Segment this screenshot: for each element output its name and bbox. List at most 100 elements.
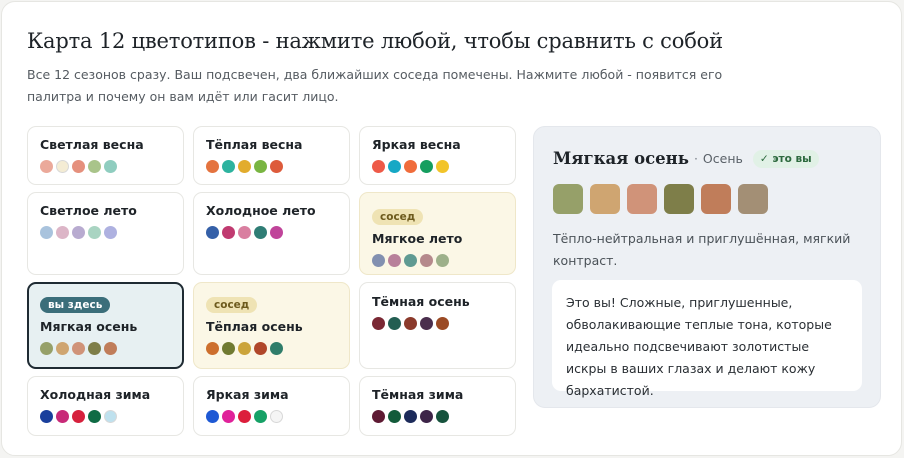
color-dot <box>72 160 85 173</box>
type-card-4[interactable]: Светлое лето <box>27 192 184 275</box>
type-card-3[interactable]: Яркая весна <box>359 126 516 185</box>
color-dot <box>88 226 101 239</box>
type-card-1[interactable]: Светлая весна <box>27 126 184 185</box>
type-card-name: Тёплая весна <box>206 137 303 152</box>
app-frame: Карта 12 цветотипов - нажмите любой, что… <box>1 1 902 456</box>
color-dot <box>56 226 69 239</box>
detail-title: Мягкая осень <box>553 149 689 168</box>
type-card-9[interactable]: Тёмная осень <box>359 282 516 369</box>
color-dot <box>206 160 219 173</box>
color-dot <box>420 160 433 173</box>
type-card-palette <box>372 254 503 267</box>
color-dot <box>270 342 283 355</box>
type-card-11[interactable]: Яркая зима <box>193 376 350 436</box>
type-card-palette <box>206 410 337 423</box>
color-dot <box>404 160 417 173</box>
color-dot <box>88 342 101 355</box>
type-card-10[interactable]: Холодная зима <box>27 376 184 436</box>
color-dot <box>104 342 117 355</box>
color-dot <box>222 226 235 239</box>
detail-panel: Мягкая осень · Осень ✓ это вы Тёпло-нейт… <box>533 126 881 408</box>
color-dot <box>436 254 449 267</box>
type-card-5[interactable]: Холодное лето <box>193 192 350 275</box>
type-card-6[interactable]: сосед Мягкое лето <box>359 192 516 275</box>
color-dot <box>40 226 53 239</box>
color-dot <box>436 317 449 330</box>
color-dot <box>254 342 267 355</box>
type-card-name: Холодная зима <box>40 387 151 402</box>
color-dot <box>372 410 385 423</box>
color-dot <box>238 160 251 173</box>
color-dot <box>222 410 235 423</box>
color-dot <box>56 410 69 423</box>
type-card-7[interactable]: вы здесь Мягкая осень <box>27 282 184 369</box>
type-card-name: Светлое лето <box>40 203 137 218</box>
type-card-name: Тёплая осень <box>206 319 303 334</box>
color-dot <box>420 254 433 267</box>
color-dot <box>420 317 433 330</box>
color-dot <box>56 160 69 173</box>
color-dot <box>72 226 85 239</box>
color-dot <box>72 410 85 423</box>
color-dot <box>206 226 219 239</box>
color-dot <box>222 342 235 355</box>
color-dot <box>88 160 101 173</box>
color-dot <box>72 342 85 355</box>
type-card-2[interactable]: Тёплая весна <box>193 126 350 185</box>
type-card-12[interactable]: Тёмная зима <box>359 376 516 436</box>
type-card-palette <box>372 410 503 423</box>
current-tag: вы здесь <box>40 297 111 313</box>
color-type-grid: Светлая весна Тёплая весна Яркая весна Свет… <box>27 126 516 436</box>
palette-swatch <box>738 184 768 214</box>
type-card-name: Тёмная осень <box>372 294 470 309</box>
color-dot <box>254 226 267 239</box>
palette-swatch <box>664 184 694 214</box>
type-card-palette <box>372 317 503 330</box>
color-dot <box>270 160 283 173</box>
type-card-8[interactable]: сосед Тёплая осень <box>193 282 350 369</box>
type-card-palette <box>40 160 171 173</box>
color-dot <box>104 410 117 423</box>
type-card-palette <box>372 160 503 173</box>
type-card-name: Светлая весна <box>40 137 144 152</box>
detail-description: Тёпло-нейтральная и приглушённая, мягкий… <box>553 231 851 268</box>
color-dot <box>270 410 283 423</box>
color-dot <box>436 160 449 173</box>
type-card-name: Холодное лето <box>206 203 316 218</box>
color-dot <box>88 410 101 423</box>
color-dot <box>104 226 117 239</box>
color-dot <box>238 226 251 239</box>
color-dot <box>254 410 267 423</box>
color-dot <box>40 342 53 355</box>
palette-swatch <box>553 184 583 214</box>
color-dot <box>388 410 401 423</box>
color-dot <box>372 317 385 330</box>
color-dot <box>388 160 401 173</box>
detail-season: Осень <box>702 151 743 166</box>
color-dot <box>206 410 219 423</box>
type-card-palette <box>206 342 337 355</box>
page-title: Карта 12 цветотипов - нажмите любой, что… <box>27 29 723 53</box>
neighbor-tag: сосед <box>372 209 424 225</box>
neighbor-tag: сосед <box>206 297 258 313</box>
color-dot <box>40 160 53 173</box>
color-dot <box>404 317 417 330</box>
detail-palette <box>553 184 768 214</box>
color-dot <box>206 342 219 355</box>
palette-swatch <box>627 184 657 214</box>
color-dot <box>104 160 117 173</box>
palette-swatch <box>701 184 731 214</box>
color-dot <box>388 254 401 267</box>
color-dot <box>420 410 433 423</box>
type-card-palette <box>40 410 171 423</box>
type-card-palette <box>206 160 337 173</box>
color-dot <box>404 254 417 267</box>
type-card-palette <box>40 342 171 355</box>
type-card-name: Тёмная зима <box>372 387 464 402</box>
color-dot <box>254 160 267 173</box>
type-card-name: Мягкое лето <box>372 231 463 246</box>
palette-swatch <box>590 184 620 214</box>
type-card-palette <box>206 226 337 239</box>
color-dot <box>372 254 385 267</box>
color-dot <box>404 410 417 423</box>
